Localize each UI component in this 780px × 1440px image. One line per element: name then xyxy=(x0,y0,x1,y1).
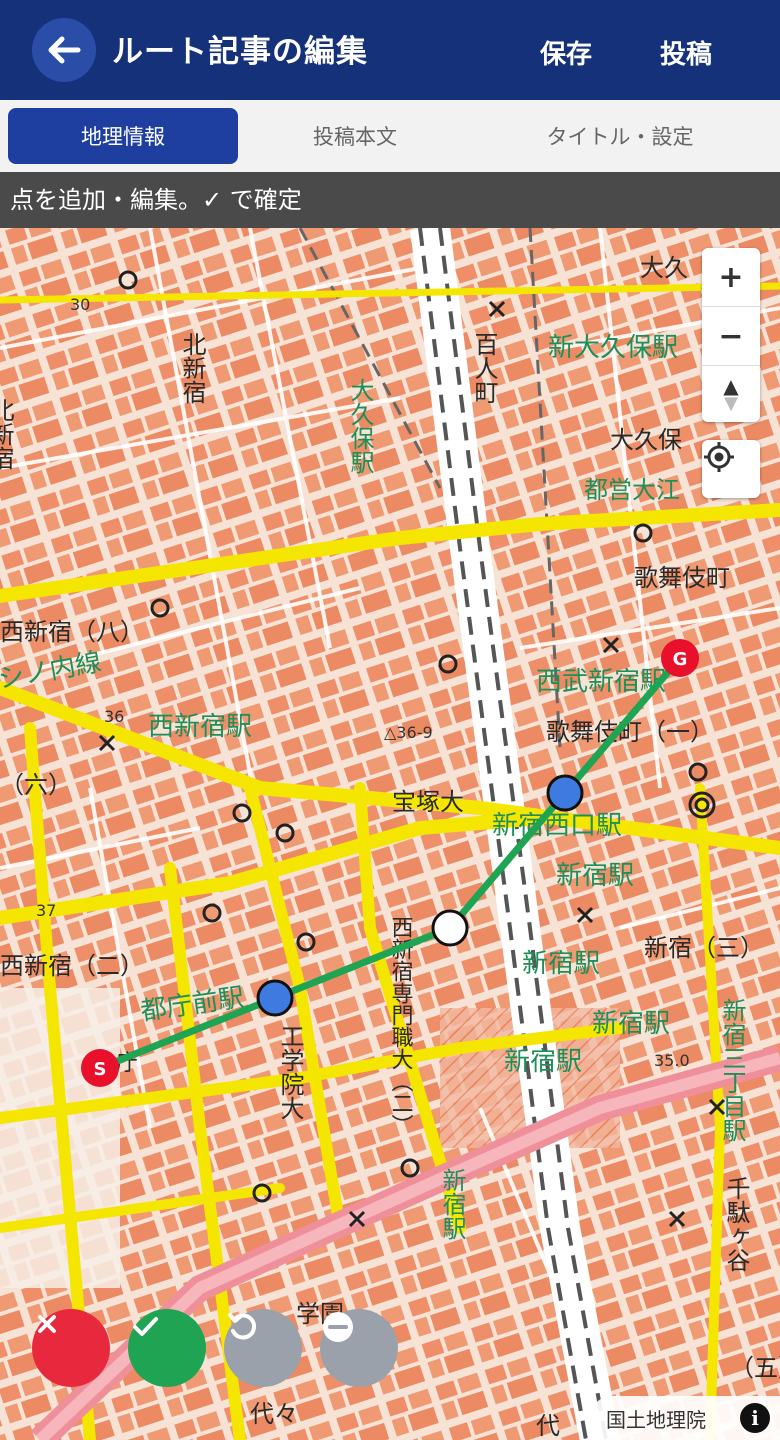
start-marker-label: S xyxy=(94,1059,107,1080)
compass-button[interactable]: ▲ ▼ xyxy=(702,365,760,424)
save-button[interactable]: 保存 xyxy=(540,34,592,71)
map-label-kabukicho1: 歌舞伎町（一） xyxy=(546,718,714,746)
map-label-kita-left: 北新宿 xyxy=(0,398,14,470)
zoom-in-button[interactable]: + xyxy=(702,248,760,306)
map-label-takarazuka: 宝塚大 xyxy=(392,788,464,816)
map-elev-35: 35.0 xyxy=(654,1051,690,1070)
map-label-shinjuku3: 新宿（三） xyxy=(644,934,764,962)
map-label-shinjuku-sta-b: 新宿駅 xyxy=(522,949,600,979)
map-label-okubo-top: 大久 xyxy=(640,254,688,282)
undo-icon xyxy=(228,1313,257,1340)
map-label-shinjuku3chome: 新宿三丁目駅 xyxy=(718,998,746,1142)
map-canvas[interactable]: 西新宿駅 西武新宿駅 新宿西口駅 新宿駅 新宿駅 新宿駅 新宿駅 都庁前駅 新大… xyxy=(0,228,780,1440)
map-label-nishishinjuku2: 西新宿（二） xyxy=(0,952,144,980)
map-label-roku: （六） xyxy=(0,771,72,799)
remove-point-button[interactable] xyxy=(320,1309,398,1387)
map-label-nishishinjuku-sta: 西新宿駅 xyxy=(148,712,252,742)
check-icon xyxy=(133,1317,158,1336)
attribution-text: 国土地理院 xyxy=(606,1407,706,1432)
close-icon xyxy=(38,1315,56,1333)
map-label-kitashinjuku: 北新宿 xyxy=(178,332,206,404)
map-label-yoyogi: 代々 xyxy=(250,1400,298,1428)
route-goal-marker[interactable]: G xyxy=(661,639,699,677)
tab-bar: 地理情報 投稿本文 タイトル・設定 xyxy=(0,100,780,172)
map-elev-36-9: △36-9 xyxy=(384,723,433,742)
undo-button[interactable] xyxy=(224,1309,302,1387)
route-waypoint[interactable] xyxy=(546,774,584,812)
map-label-shin-okubo: 新大久保駅 xyxy=(548,333,678,363)
locate-control xyxy=(702,440,760,498)
confirm-button[interactable] xyxy=(128,1309,206,1387)
map-label-shinjuku-sta-a: 新宿駅 xyxy=(556,861,634,891)
cancel-button[interactable] xyxy=(32,1309,110,1387)
map-view[interactable]: 西新宿駅 西武新宿駅 新宿西口駅 新宿駅 新宿駅 新宿駅 新宿駅 都庁前駅 新大… xyxy=(0,228,780,1440)
info-icon[interactable]: i xyxy=(740,1403,770,1433)
hint-bar: 点を追加・編集。✓ で確定 xyxy=(0,172,780,228)
zoom-out-button[interactable]: − xyxy=(702,306,760,365)
map-zoom-controls: + − ▲ ▼ xyxy=(702,248,760,422)
map-label-shinjuku-vertical: 新宿駅 xyxy=(438,1168,466,1240)
app-header: ルート記事の編集 保存 投稿 xyxy=(0,0,780,100)
back-button[interactable] xyxy=(32,18,96,82)
map-label-kabukicho: 歌舞伎町 xyxy=(634,564,730,592)
map-label-toei-oedo: 都営大江 xyxy=(584,476,680,504)
map-label-shinjuku-sta-c: 新宿駅 xyxy=(592,1009,670,1039)
map-attribution: 国土地理院 i xyxy=(590,1396,780,1440)
route-start-marker[interactable]: S xyxy=(81,1049,119,1087)
map-label-hyakunincho: 百人町 xyxy=(470,332,498,404)
post-button[interactable]: 投稿 xyxy=(660,34,712,71)
map-label-kogakuin: 工学院大 xyxy=(276,1024,304,1120)
map-elev-30: 30 xyxy=(70,295,90,314)
map-label-shinjuku-sta-d: 新宿駅 xyxy=(504,1047,582,1077)
map-label-sendagaya: 千駄ヶ谷 xyxy=(722,1176,750,1272)
map-label-nishishinjuku8: 西新宿（八） xyxy=(0,618,144,646)
route-waypoint-selected[interactable] xyxy=(431,909,469,947)
map-elev-36: 36 xyxy=(104,707,124,726)
arrow-left-icon xyxy=(48,36,81,64)
map-label-shinjuku-nishiguchi: 新宿西口駅 xyxy=(492,811,622,841)
compass-south-icon: ▼ xyxy=(724,393,738,414)
tab-geo-info[interactable]: 地理情報 xyxy=(8,108,238,164)
tab-title-settings[interactable]: タイトル・設定 xyxy=(500,108,740,164)
map-label-okubo-sta: 大久保駅 xyxy=(346,378,374,474)
map-label-go: （五） xyxy=(730,1354,780,1382)
locate-button[interactable] xyxy=(702,440,760,498)
page-title: ルート記事の編集 xyxy=(112,34,368,70)
tab-post-body[interactable]: 投稿本文 xyxy=(250,108,460,164)
route-waypoint[interactable] xyxy=(256,979,294,1017)
map-label-okubo: 大久保 xyxy=(610,426,682,454)
minus-circle-icon xyxy=(323,1312,353,1342)
goal-marker-label: G xyxy=(673,649,688,670)
map-elev-37: 37 xyxy=(36,901,56,920)
map-label-dai: 代 xyxy=(536,1412,560,1440)
locate-icon xyxy=(704,442,734,472)
